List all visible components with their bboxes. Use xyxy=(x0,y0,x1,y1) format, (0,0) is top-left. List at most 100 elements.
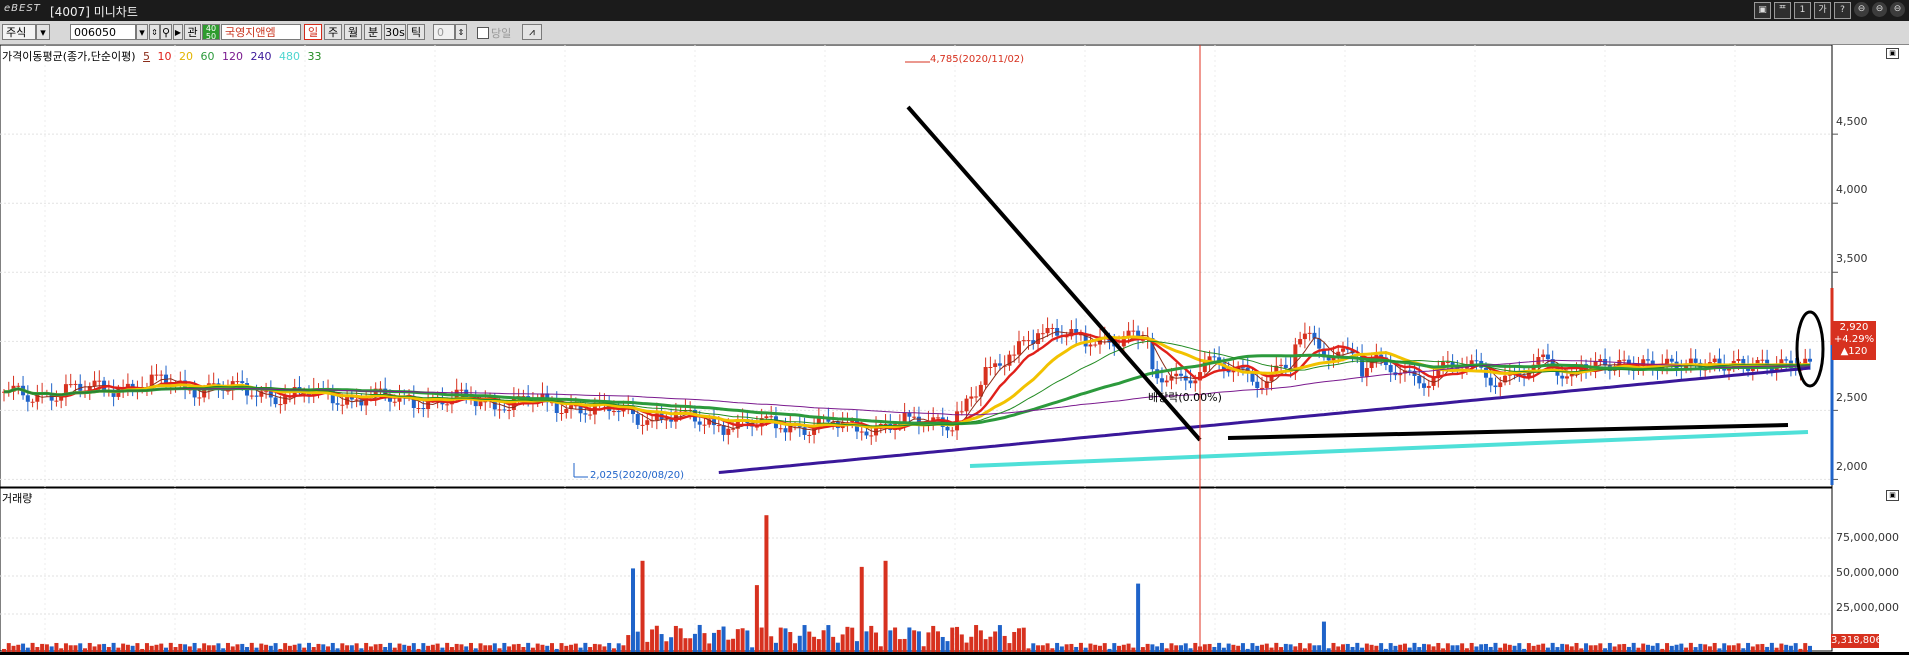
volume-bar xyxy=(402,644,407,652)
volume-bar xyxy=(68,645,73,652)
volume-bar xyxy=(883,560,888,652)
candle-body xyxy=(502,409,507,411)
candle-body xyxy=(1088,344,1093,347)
volume-bar xyxy=(1703,644,1708,652)
volume-bar xyxy=(1221,647,1226,652)
current-volume-tag: 3,318,806 xyxy=(1831,634,1882,648)
volume-bar xyxy=(1321,621,1326,652)
volume-bar xyxy=(1793,643,1798,652)
code-dropdown-button[interactable]: ▾ xyxy=(136,24,148,40)
candle-body xyxy=(1188,380,1193,384)
chart-settings-icon[interactable]: ⩘ xyxy=(522,24,542,40)
volume-bar xyxy=(454,643,459,652)
volume-bar xyxy=(1136,583,1141,652)
volume-bar xyxy=(259,643,264,652)
candle-body xyxy=(1598,359,1603,361)
volume-bar xyxy=(645,641,650,652)
same-day-label: 당일 xyxy=(491,27,512,40)
volume-bar xyxy=(1117,645,1122,652)
volume-bar xyxy=(1198,646,1203,652)
candle-body xyxy=(969,396,974,399)
chart-area[interactable]: 가격이동평균(종가,단순이평) 5 10 20 60 120 240 480 3… xyxy=(0,44,1909,652)
link-button[interactable]: ᄑ xyxy=(1774,2,1791,19)
volume-bar xyxy=(116,647,121,652)
candle-body xyxy=(1293,344,1298,371)
period-tick-button[interactable]: 틱 xyxy=(407,24,425,40)
volume-bar xyxy=(1655,643,1660,652)
market-dropdown-button[interactable]: ▾ xyxy=(36,24,50,40)
play-icon[interactable]: ▶ xyxy=(173,24,183,40)
price-tick-4000: 4,000 xyxy=(1836,183,1868,196)
volume-bar xyxy=(769,636,774,652)
candle-body xyxy=(1808,358,1812,362)
candle-body xyxy=(1131,330,1136,332)
minimize-button[interactable]: ⊖ xyxy=(1854,2,1869,17)
volume-bar xyxy=(1012,631,1017,652)
interval-spin-button[interactable]: ⇕ xyxy=(455,24,467,40)
candle-body xyxy=(1541,354,1546,358)
group-button[interactable]: 1 xyxy=(1794,2,1811,19)
volume-bar xyxy=(893,627,898,652)
candle-body xyxy=(1250,373,1255,382)
candle-body xyxy=(1302,333,1307,340)
period-daily-button[interactable]: 일 xyxy=(304,24,322,40)
candle-body xyxy=(192,389,197,398)
volume-bar xyxy=(1364,643,1369,652)
volume-bar xyxy=(73,645,78,652)
maximize-button[interactable]: ⊖ xyxy=(1872,2,1887,17)
interval-input[interactable]: 0 xyxy=(433,24,455,40)
volume-bar xyxy=(1765,646,1770,652)
volume-bar xyxy=(1279,647,1284,652)
volume-bar xyxy=(87,642,92,652)
candle-body xyxy=(197,397,202,399)
window-titlebar: eBEST [4007] 미니차트 ▣ ᄑ 1 가 ? ⊖ ⊖ ⊖ xyxy=(0,0,1909,21)
volume-pane-maximize-icon[interactable]: ▣ xyxy=(1886,490,1899,501)
candle-body xyxy=(1036,333,1041,344)
pin-button[interactable]: ▣ xyxy=(1754,2,1771,19)
volume-bar xyxy=(659,634,664,652)
volume-bar xyxy=(1231,644,1236,652)
volume-bar xyxy=(816,639,821,652)
volume-bar xyxy=(526,642,531,652)
spin-updown-button[interactable]: ⇕ xyxy=(149,24,160,40)
candle-body xyxy=(1026,340,1031,342)
volume-bar xyxy=(1631,642,1636,652)
watchlist-button[interactable]: 관 xyxy=(184,24,201,40)
volume-bar xyxy=(607,642,612,652)
volume-bar xyxy=(1355,642,1360,652)
volume-bar xyxy=(702,633,707,652)
volume-bar xyxy=(1722,643,1727,652)
volume-bar xyxy=(1159,642,1164,652)
market-type-select[interactable]: 주식 xyxy=(2,24,36,40)
volume-bar xyxy=(997,625,1002,652)
volume-bar xyxy=(1360,647,1365,652)
volume-bar xyxy=(878,646,883,652)
period-minute-button[interactable]: 분 xyxy=(364,24,382,40)
legend-ma-33: 33 xyxy=(307,50,322,63)
volume-bar xyxy=(459,644,464,652)
volume-bar xyxy=(726,639,731,652)
volume-bar xyxy=(435,643,440,652)
volume-bar xyxy=(1665,643,1670,652)
volume-bar xyxy=(1155,646,1160,652)
stock-name-field: 국영지앤엠 xyxy=(221,24,301,40)
same-day-checkbox[interactable] xyxy=(477,27,489,39)
volume-bar xyxy=(216,643,221,652)
close-button[interactable]: ⊖ xyxy=(1890,2,1905,17)
volume-bar xyxy=(1555,647,1560,652)
volume-bar xyxy=(373,644,378,652)
help-button[interactable]: ? xyxy=(1834,2,1851,19)
period-monthly-button[interactable]: 월 xyxy=(344,24,362,40)
price-pane-maximize-icon[interactable]: ▣ xyxy=(1886,48,1899,59)
volume-bar xyxy=(864,631,869,652)
volume-bar xyxy=(97,644,102,652)
search-icon[interactable]: ⚲ xyxy=(160,24,172,40)
volume-bar xyxy=(349,645,354,652)
stock-code-input[interactable]: 006050 xyxy=(70,24,136,40)
period-30s-button[interactable]: 30s xyxy=(384,24,406,40)
volume-bar xyxy=(1479,644,1484,652)
chart-svg xyxy=(0,44,1838,652)
font-button[interactable]: 가 xyxy=(1814,2,1831,19)
volume-bar xyxy=(1645,644,1650,652)
period-weekly-button[interactable]: 주 xyxy=(324,24,342,40)
